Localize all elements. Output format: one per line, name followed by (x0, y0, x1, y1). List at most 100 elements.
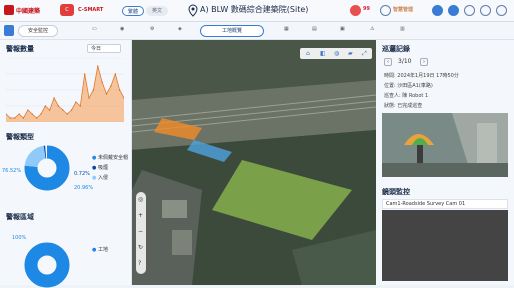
record-status: 狀態: 已完成巡查 (384, 103, 423, 109)
chart-point (14, 117, 16, 119)
map-side-tools: ◎ + − ↻ ? (136, 192, 146, 274)
pin-icon[interactable]: ◍ (334, 50, 339, 57)
map-building (172, 230, 192, 255)
chart-point (97, 65, 99, 67)
alert-type-donut (24, 145, 70, 191)
home-icon[interactable]: ⌂ (306, 50, 310, 57)
alert-area-title: 警報區域 (6, 213, 34, 221)
aerial-map (132, 40, 376, 285)
top-bar: 中國建築 C C-SMART 繁體 英文 A) BLW 數碼綜合建築院(Site… (0, 0, 514, 22)
nav-truck-icon[interactable]: ▣ (340, 26, 345, 32)
donut-slice-site (24, 242, 70, 288)
logout-icon[interactable] (496, 5, 507, 16)
chart-point (84, 73, 86, 75)
chart-point (62, 109, 64, 111)
tab-site-overview-label: 工地概覽 (221, 28, 242, 34)
message-icon[interactable] (432, 5, 443, 16)
fullscreen-icon[interactable]: ⤢ (362, 50, 367, 58)
chart-point (92, 89, 94, 91)
patrol-photo[interactable] (382, 113, 508, 177)
company-name: 中國建築 (16, 8, 41, 15)
map-toolbar: ⌂ ◧ ◍ ▰ ⤢ (300, 48, 372, 59)
cctv-video[interactable] (382, 210, 508, 281)
legend-helmet-label: 未佩戴安全帽 (97, 155, 128, 161)
alert-icon[interactable] (350, 5, 361, 16)
chart-point (27, 109, 29, 111)
chart-point (36, 117, 38, 119)
chart-point (79, 105, 81, 107)
brand-logo: C (60, 4, 74, 16)
chart-point (105, 93, 108, 95)
period-select[interactable]: 今日 (87, 44, 121, 53)
next-button[interactable]: › (420, 58, 428, 66)
alert-count-title: 警報數量 (6, 45, 34, 53)
chart-point (88, 97, 90, 99)
alert-type-title: 警報類型 (6, 133, 34, 141)
location-pin-icon (188, 4, 198, 17)
shield-icon (4, 25, 14, 36)
project-title[interactable]: A) BLW 數碼綜合建築院(Site) (200, 4, 308, 15)
lang-tab-b[interactable]: 英文 (146, 6, 168, 16)
nav-calendar-icon[interactable]: ▦ (284, 26, 289, 32)
chart-point (66, 113, 68, 115)
safety-monitor-button[interactable]: 安全監控 (18, 25, 58, 37)
map-building (162, 200, 187, 218)
user-label: 智慧管理 (393, 7, 414, 13)
prev-button[interactable]: ‹ (384, 58, 392, 66)
legend-site: ● 工地 (92, 247, 108, 253)
zoom-in-icon[interactable]: + (138, 212, 143, 219)
measure-icon[interactable]: ▰ (348, 50, 353, 57)
chart-point (31, 113, 33, 115)
pct-helmet: 76.52% (2, 168, 22, 174)
alert-area-donut (24, 242, 70, 288)
legend-intrusion-label: 入侵 (97, 175, 108, 181)
chart-point (18, 113, 20, 115)
tab-site-overview[interactable]: 工地概覽 (200, 25, 264, 37)
legend-intrusion: ● 入侵 (92, 175, 108, 181)
chart-point (101, 81, 103, 83)
nav-camera-icon[interactable]: ◉ (120, 26, 124, 32)
download-icon[interactable] (464, 5, 475, 16)
company-logo (4, 5, 14, 15)
compass-icon[interactable]: ◎ (138, 196, 143, 203)
alert-count-chart (6, 58, 124, 122)
legend-helmet: ● 未佩戴安全帽 (92, 155, 128, 161)
cctv-title: 鏡頭監控 (382, 188, 410, 196)
legend-smoking: ● 吸煙 (92, 165, 108, 171)
nav-chart-icon[interactable]: ▤ (312, 26, 317, 32)
brand-name: C-SMART (78, 7, 104, 13)
nav-document-icon[interactable]: ▥ (400, 26, 405, 32)
notification-icon[interactable] (380, 5, 391, 16)
legend-site-label: 工地 (97, 247, 108, 253)
record-person: 巡查人: 陳 Robot 1 (384, 93, 429, 99)
nav-warning-icon[interactable]: ⚠ (370, 26, 374, 32)
nav-robot-icon[interactable]: ⚙ (150, 26, 154, 32)
zoom-out-icon[interactable]: − (138, 228, 143, 235)
chart-point (9, 117, 11, 119)
pct-site: 100% (12, 235, 27, 241)
layer-icon[interactable]: ◧ (320, 50, 326, 57)
left-panel: 警報數量 今日 警報類型 76.52% 0.72% 20.96% ● 未佩戴安全… (0, 40, 132, 288)
record-counter: 3/10 (398, 58, 412, 65)
chart-point (75, 101, 77, 103)
alert-count: 99 (363, 6, 370, 12)
patrol-record-title: 巡邏記錄 (382, 45, 410, 53)
record-time: 時間: 2024年1月19日 17時50分 (384, 73, 459, 79)
chart-point (110, 85, 112, 87)
user-icon[interactable] (480, 5, 491, 16)
settings-icon[interactable] (448, 5, 459, 16)
chart-point (119, 89, 121, 91)
map-view[interactable]: ⌂ ◧ ◍ ▰ ⤢ ◎ + − ↻ ? (132, 40, 376, 285)
right-panel: 巡邏記錄 ‹ 3/10 › 時間: 2024年1月19日 17時50分 位置: … (376, 40, 514, 285)
rotate-icon[interactable]: ↻ (138, 244, 143, 251)
pct-smoking: 0.72% (74, 171, 90, 177)
chart-point (44, 105, 46, 107)
camera-name[interactable]: Cam1-Roadside Survey Cam 01 (382, 199, 508, 209)
chart-point (40, 113, 42, 115)
lang-tab-a[interactable]: 繁體 (122, 6, 144, 16)
record-location: 位置: 沙田區A1(車路) (384, 83, 433, 89)
nav-map-icon[interactable]: ◈ (178, 26, 182, 32)
help-icon[interactable]: ? (138, 260, 141, 267)
legend-smoking-label: 吸煙 (97, 165, 108, 171)
nav-monitor-icon[interactable]: ▭ (92, 26, 97, 32)
